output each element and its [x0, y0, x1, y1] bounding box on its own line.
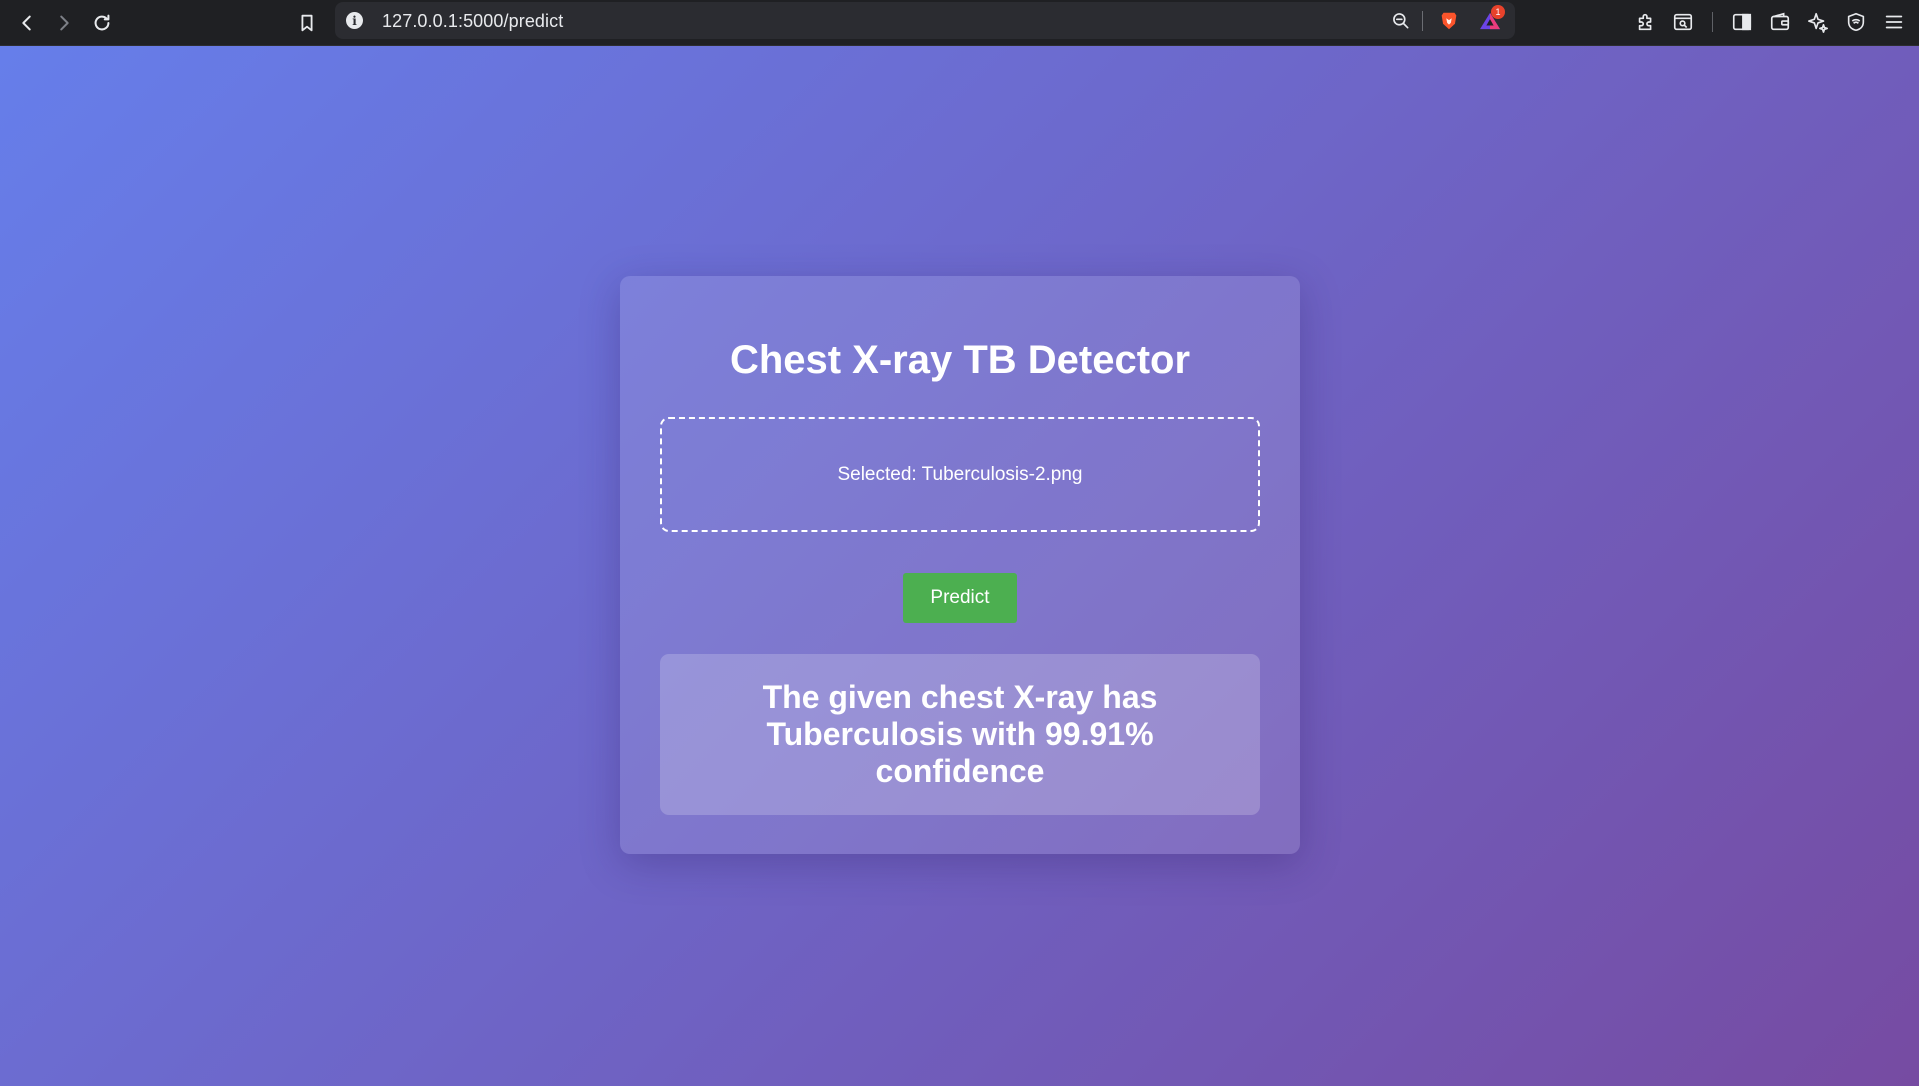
puzzle-icon[interactable]: [1632, 8, 1660, 36]
prediction-result-box: The given chest X-ray has Tuberculosis w…: [660, 654, 1260, 815]
sidebar-icon[interactable]: [1728, 8, 1756, 36]
shield-icon[interactable]: [1842, 8, 1870, 36]
reload-icon[interactable]: [86, 7, 118, 39]
notification-badge: 1: [1491, 5, 1505, 19]
browser-toolbar: i 127.0.0.1:5000/predict 1: [0, 0, 1919, 46]
info-icon[interactable]: i: [346, 12, 363, 29]
bookmark-icon[interactable]: [291, 7, 323, 39]
forward-arrow-icon[interactable]: [48, 7, 80, 39]
page-background: Chest X-ray TB Detector Selected: Tuberc…: [0, 46, 1919, 1086]
url-text[interactable]: 127.0.0.1:5000/predict: [382, 11, 563, 32]
back-arrow-icon[interactable]: [11, 7, 43, 39]
selected-file-label: Selected: Tuberculosis-2.png: [837, 463, 1083, 485]
address-bar[interactable]: i 127.0.0.1:5000/predict 1: [335, 2, 1515, 39]
omnibox-divider: [1422, 11, 1423, 31]
sparkle-icon[interactable]: [1804, 8, 1832, 36]
detector-card: Chest X-ray TB Detector Selected: Tuberc…: [620, 276, 1300, 854]
toolbar-divider: [1712, 12, 1713, 32]
wallet-icon[interactable]: [1766, 8, 1794, 36]
predict-button[interactable]: Predict: [903, 573, 1017, 623]
brave-rewards-triangle-icon[interactable]: 1: [1478, 5, 1505, 33]
hamburger-menu-icon[interactable]: [1880, 8, 1908, 36]
prediction-result-text: The given chest X-ray has Tuberculosis w…: [762, 679, 1158, 789]
file-upload-dropzone[interactable]: Selected: Tuberculosis-2.png: [660, 417, 1260, 532]
brave-lion-icon[interactable]: [1437, 9, 1461, 33]
page-title: Chest X-ray TB Detector: [729, 338, 1191, 382]
zoom-out-icon[interactable]: [1389, 9, 1413, 33]
page-search-icon[interactable]: [1669, 8, 1697, 36]
